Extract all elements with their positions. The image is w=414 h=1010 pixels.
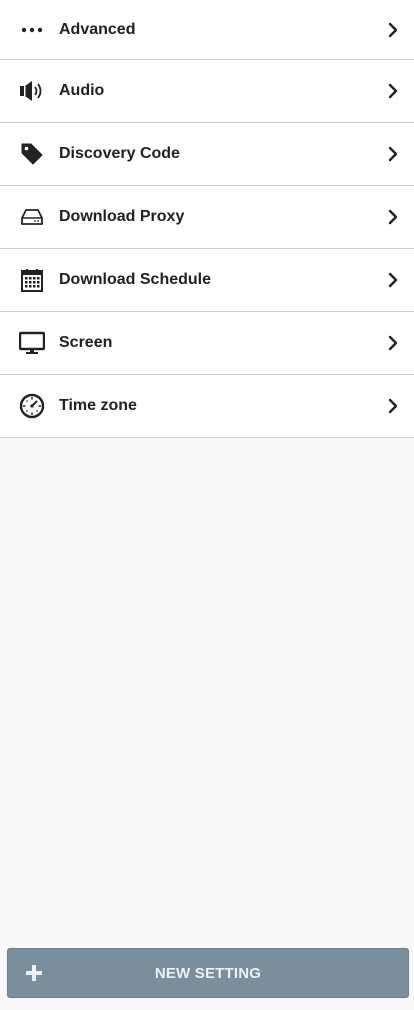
chevron-right-icon [388, 209, 398, 225]
settings-item-label: Advanced [59, 20, 136, 38]
settings-item-time-zone[interactable]: Time zone [0, 375, 414, 438]
chevron-right-icon [388, 272, 398, 288]
new-setting-label: NEW SETTING [154, 964, 262, 982]
settings-item-audio[interactable]: Audio [0, 60, 414, 123]
chevron-right-icon [388, 335, 398, 351]
chevron-right-icon [388, 83, 398, 99]
hard-drive-icon [19, 204, 45, 230]
settings-item-label: Screen [59, 334, 113, 351]
chevron-right-icon [388, 398, 398, 414]
settings-item-label: Audio [59, 82, 105, 99]
chevron-right-icon [388, 146, 398, 162]
monitor-icon [19, 330, 45, 356]
settings-item-label: Discovery Code [59, 145, 180, 162]
settings-item-label: Time zone [59, 397, 137, 414]
settings-item-label: Download Schedule [59, 271, 212, 288]
settings-item-screen[interactable]: Screen [0, 312, 414, 375]
calendar-icon [19, 267, 45, 293]
settings-item-download-proxy[interactable]: Download Proxy [0, 186, 414, 249]
tag-icon [19, 141, 45, 167]
settings-item-label: Download Proxy [59, 208, 185, 225]
ellipsis-icon [19, 17, 45, 43]
chevron-right-icon [388, 22, 398, 37]
settings-item-discovery-code[interactable]: Discovery Code [0, 123, 414, 186]
settings-list: Advanced Audio Discovery Code Download P… [0, 0, 414, 438]
new-setting-button[interactable]: NEW SETTING [7, 948, 409, 998]
settings-item-advanced[interactable]: Advanced [0, 0, 414, 60]
clock-icon [19, 393, 45, 419]
plus-icon [26, 965, 42, 981]
speaker-icon [19, 78, 45, 104]
settings-item-download-schedule[interactable]: Download Schedule [0, 249, 414, 312]
